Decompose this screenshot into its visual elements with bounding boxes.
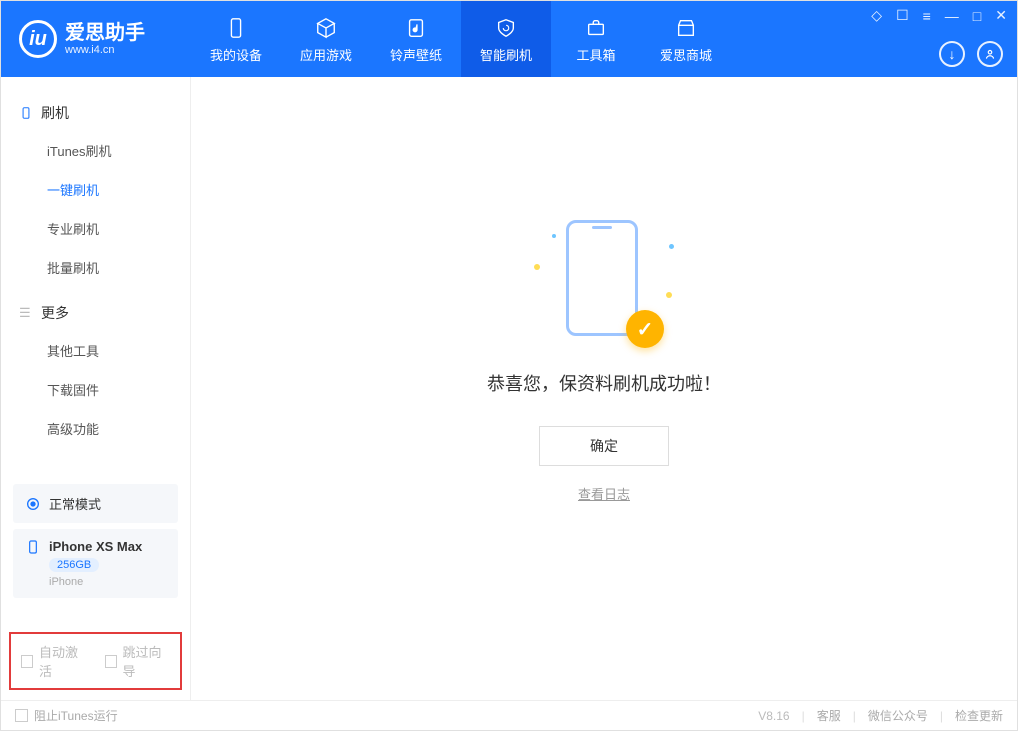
main-tabs: 我的设备 应用游戏 铃声壁纸 智能刷机 工具箱 爱思商城 bbox=[191, 1, 731, 77]
app-body: 刷机 iTunes刷机 一键刷机 专业刷机 批量刷机 ☰ 更多 其他工具 下载固… bbox=[1, 77, 1017, 700]
checkmark-badge-icon: ✓ bbox=[626, 310, 664, 348]
theme-icon[interactable]: ◇ bbox=[871, 7, 882, 24]
checkbox-label: 自动激活 bbox=[39, 642, 86, 680]
list-icon: ☰ bbox=[19, 306, 33, 320]
tab-smart-flash[interactable]: 智能刷机 bbox=[461, 1, 551, 77]
tab-label: 我的设备 bbox=[210, 45, 262, 64]
tab-ringtones-wallpapers[interactable]: 铃声壁纸 bbox=[371, 1, 461, 77]
phone-icon bbox=[223, 15, 249, 41]
sidebar-group-more: ☰ 更多 其他工具 下载固件 高级功能 bbox=[1, 295, 190, 448]
checkbox-label: 跳过向导 bbox=[123, 642, 170, 680]
footer-link-update[interactable]: 检查更新 bbox=[955, 707, 1003, 724]
logo-area: iu 爱思助手 www.i4.cn bbox=[1, 1, 191, 77]
store-icon bbox=[673, 15, 699, 41]
view-log-link[interactable]: 查看日志 bbox=[578, 484, 630, 503]
sidebar-head-label: 刷机 bbox=[41, 103, 69, 123]
sidebar-head-more: ☰ 更多 bbox=[1, 295, 190, 331]
version-label: V8.16 bbox=[758, 709, 789, 723]
device-type: iPhone bbox=[49, 576, 142, 588]
brand-text: 爱思助手 www.i4.cn bbox=[65, 22, 145, 56]
device-block: 正常模式 iPhone XS Max 256GB iPhone bbox=[13, 484, 178, 604]
sidebar-head-flash: 刷机 bbox=[1, 95, 190, 131]
tab-label: 铃声壁纸 bbox=[390, 45, 442, 64]
footer-link-support[interactable]: 客服 bbox=[817, 707, 841, 724]
refresh-shield-icon bbox=[493, 15, 519, 41]
main-content: ✓ 恭喜您，保资料刷机成功啦！ 确定 查看日志 bbox=[191, 77, 1017, 700]
download-icon[interactable]: ↓ bbox=[939, 41, 965, 67]
sidebar: 刷机 iTunes刷机 一键刷机 专业刷机 批量刷机 ☰ 更多 其他工具 下载固… bbox=[1, 77, 191, 700]
device-mode-row[interactable]: 正常模式 bbox=[13, 484, 178, 523]
checkbox-skip-guide[interactable]: 跳过向导 bbox=[105, 642, 171, 680]
sidebar-item-other-tools[interactable]: 其他工具 bbox=[1, 331, 190, 370]
tab-label: 爱思商城 bbox=[660, 45, 712, 64]
cube-icon bbox=[313, 15, 339, 41]
window-controls: ◇ ☐ ≡ — □ ✕ bbox=[871, 7, 1007, 24]
sidebar-item-oneclick-flash[interactable]: 一键刷机 bbox=[1, 170, 190, 209]
device-info: iPhone XS Max 256GB iPhone bbox=[49, 539, 142, 588]
logo-icon: iu bbox=[19, 20, 57, 58]
tab-label: 工具箱 bbox=[576, 45, 615, 64]
user-controls: ↓ bbox=[939, 41, 1003, 67]
tab-my-device[interactable]: 我的设备 bbox=[191, 1, 281, 77]
app-header: iu 爱思助手 www.i4.cn 我的设备 应用游戏 铃声壁纸 智能刷机 工具… bbox=[1, 1, 1017, 77]
device-capacity-badge: 256GB bbox=[49, 558, 99, 572]
ok-button[interactable]: 确定 bbox=[539, 426, 669, 466]
device-info-row[interactable]: iPhone XS Max 256GB iPhone bbox=[13, 529, 178, 598]
checkbox-auto-activate[interactable]: 自动激活 bbox=[21, 642, 87, 680]
brand-title: 爱思助手 bbox=[65, 22, 145, 44]
success-illustration: ✓ bbox=[534, 214, 674, 344]
phone-outline-icon bbox=[19, 106, 33, 120]
feedback-icon[interactable]: ☐ bbox=[896, 7, 909, 24]
sidebar-item-pro-flash[interactable]: 专业刷机 bbox=[1, 209, 190, 248]
toolbox-icon bbox=[583, 15, 609, 41]
device-phone-icon bbox=[25, 539, 41, 555]
device-mode-label: 正常模式 bbox=[49, 494, 101, 513]
minimize-icon[interactable]: — bbox=[945, 8, 959, 24]
sidebar-group-flash: 刷机 iTunes刷机 一键刷机 专业刷机 批量刷机 bbox=[1, 95, 190, 287]
tab-toolbox[interactable]: 工具箱 bbox=[551, 1, 641, 77]
footer-right: V8.16 | 客服 | 微信公众号 | 检查更新 bbox=[758, 707, 1003, 724]
music-file-icon bbox=[403, 15, 429, 41]
tab-label: 智能刷机 bbox=[480, 45, 532, 64]
phone-graphic bbox=[566, 220, 638, 336]
user-icon[interactable] bbox=[977, 41, 1003, 67]
close-icon[interactable]: ✕ bbox=[995, 7, 1007, 24]
tab-store[interactable]: 爱思商城 bbox=[641, 1, 731, 77]
device-name: iPhone XS Max bbox=[49, 539, 142, 554]
sidebar-head-label: 更多 bbox=[41, 303, 69, 323]
sidebar-item-advanced[interactable]: 高级功能 bbox=[1, 409, 190, 448]
tab-apps-games[interactable]: 应用游戏 bbox=[281, 1, 371, 77]
success-message: 恭喜您，保资料刷机成功啦！ bbox=[487, 370, 721, 396]
menu-icon[interactable]: ≡ bbox=[923, 8, 931, 24]
brand-subtitle: www.i4.cn bbox=[65, 44, 145, 56]
maximize-icon[interactable]: □ bbox=[973, 8, 981, 24]
sidebar-item-download-firmware[interactable]: 下载固件 bbox=[1, 370, 190, 409]
checkbox-block-itunes[interactable]: 阻止iTunes运行 bbox=[15, 707, 118, 724]
sidebar-item-batch-flash[interactable]: 批量刷机 bbox=[1, 248, 190, 287]
tab-label: 应用游戏 bbox=[300, 45, 352, 64]
checkbox-label: 阻止iTunes运行 bbox=[34, 707, 118, 724]
status-bar: 阻止iTunes运行 V8.16 | 客服 | 微信公众号 | 检查更新 bbox=[1, 700, 1017, 730]
footer-link-wechat[interactable]: 微信公众号 bbox=[868, 707, 928, 724]
mode-icon bbox=[25, 496, 41, 512]
sidebar-item-itunes-flash[interactable]: iTunes刷机 bbox=[1, 131, 190, 170]
options-box: 自动激活 跳过向导 bbox=[9, 632, 182, 690]
